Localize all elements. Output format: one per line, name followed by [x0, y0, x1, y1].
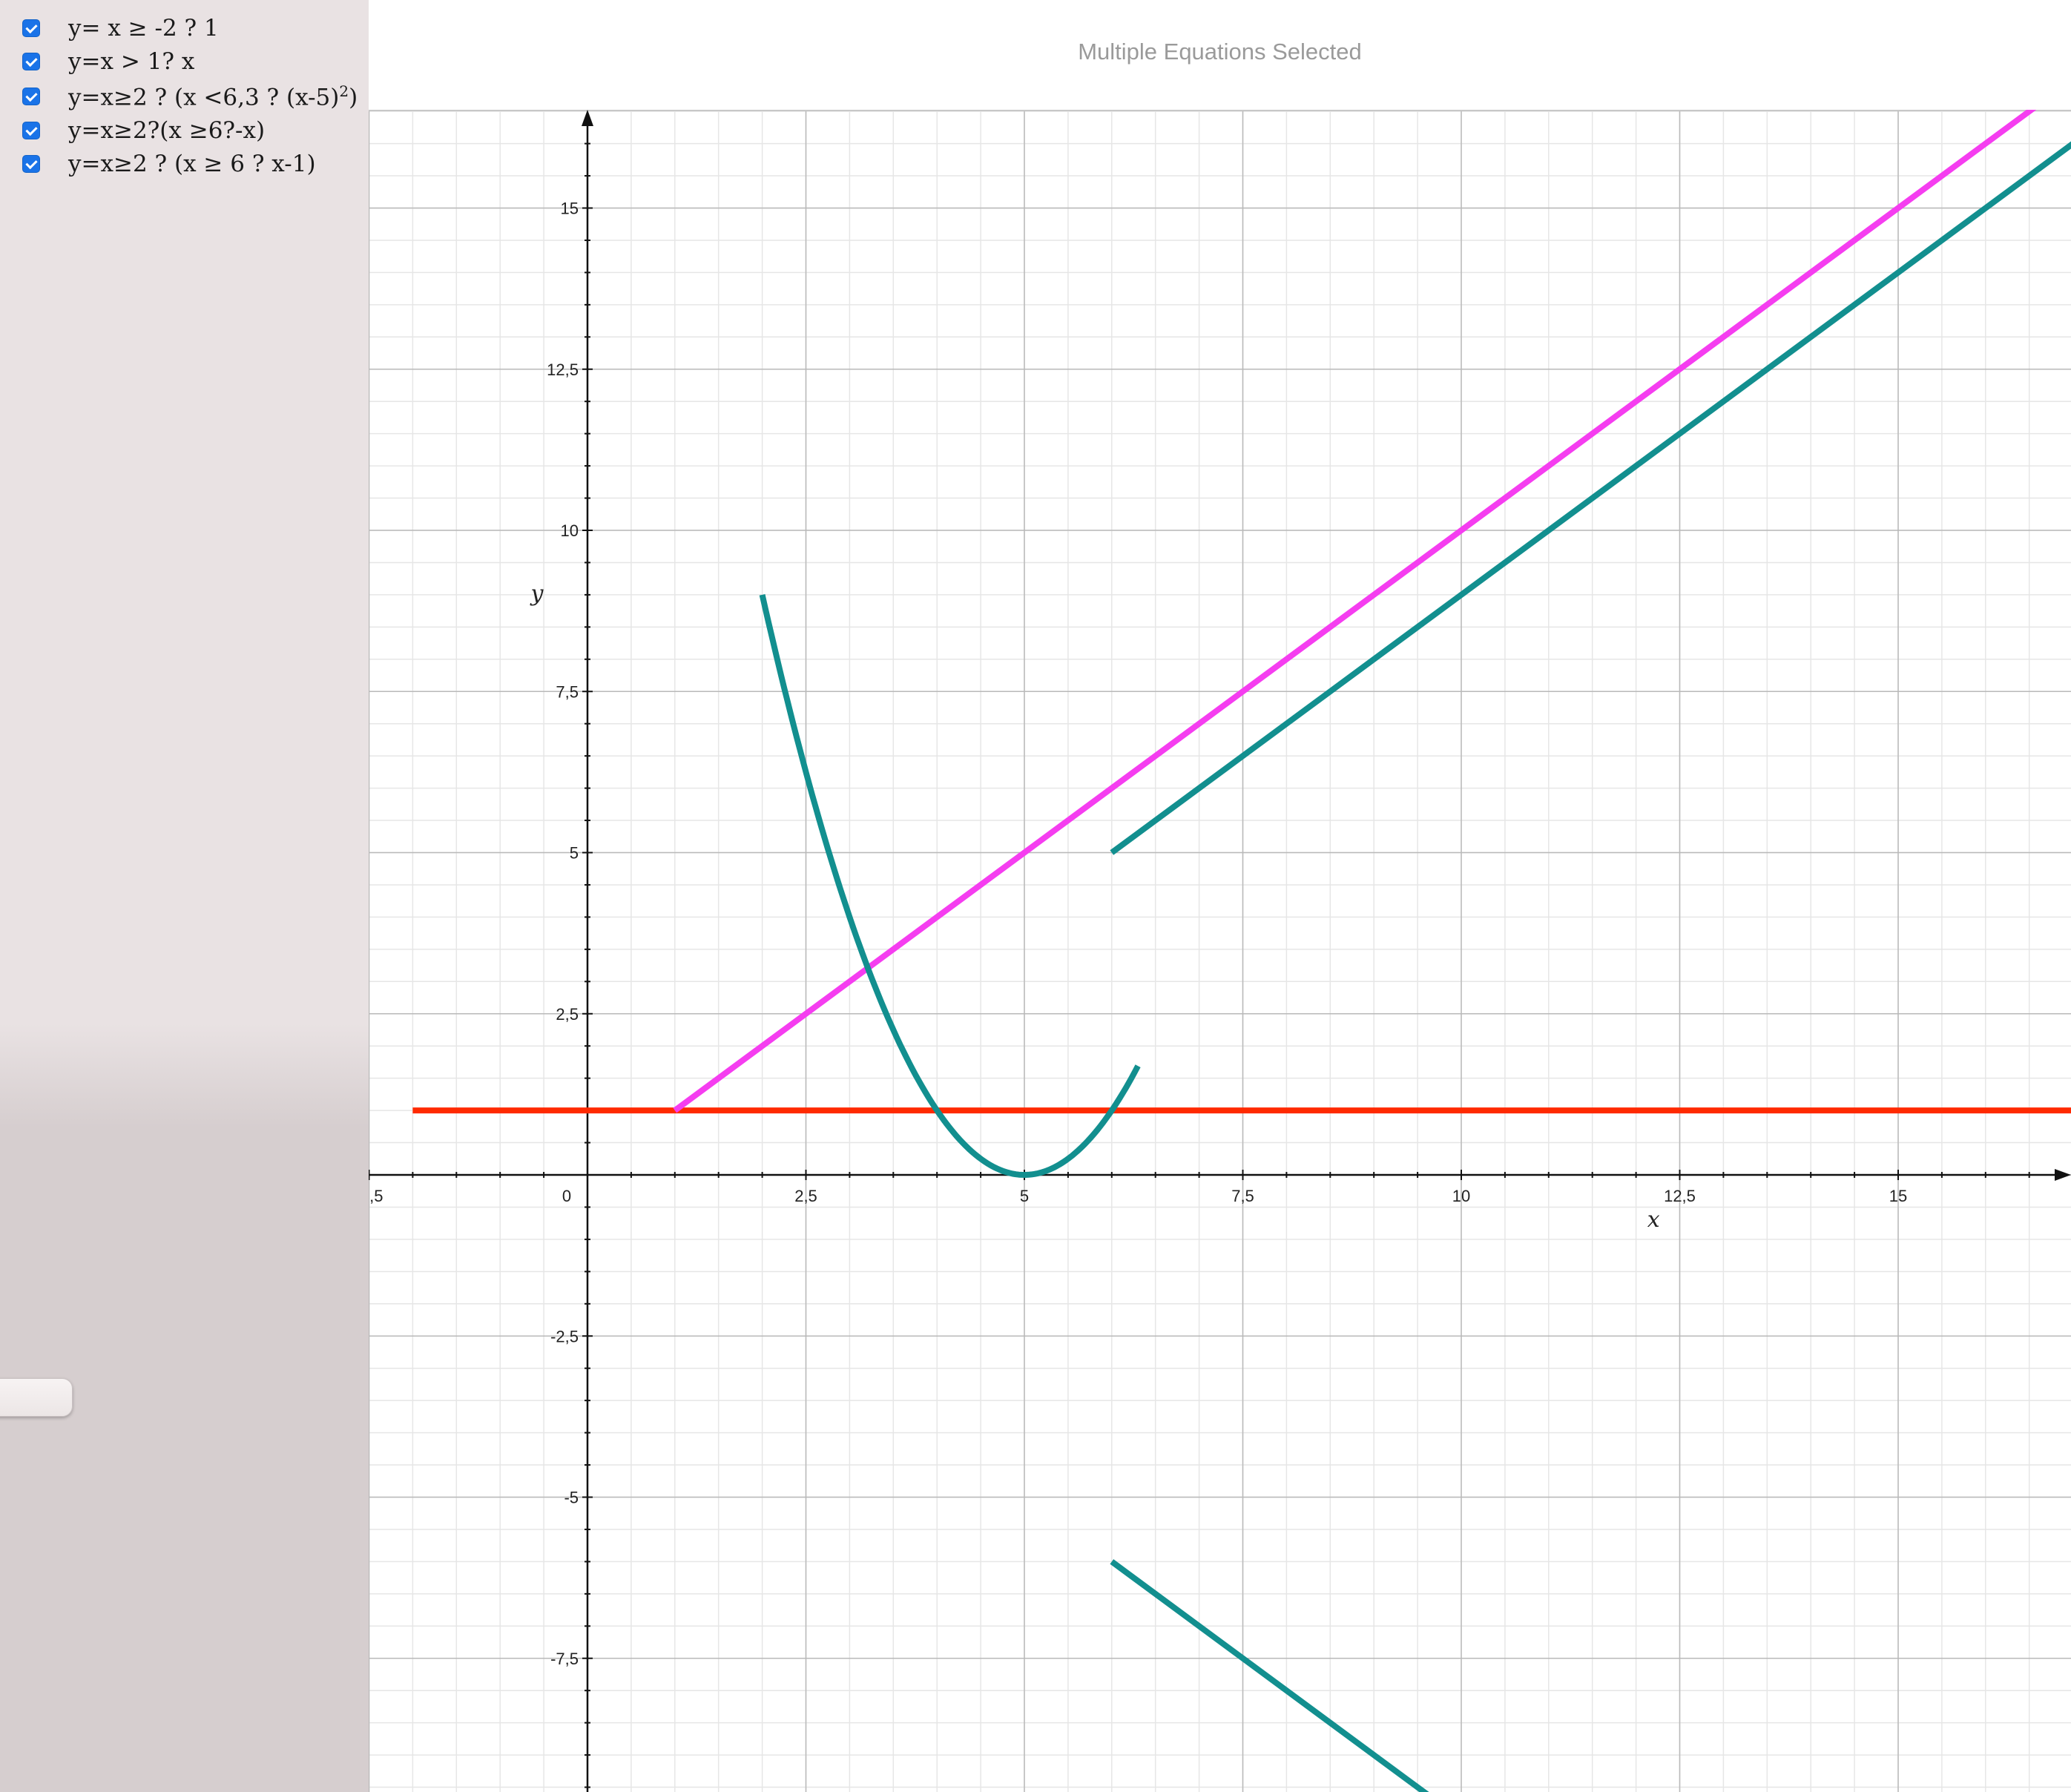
- y-axis-label: y: [530, 581, 544, 607]
- x-tick-label: 2,5: [794, 1187, 817, 1205]
- y-tick-label: -7,5: [550, 1650, 579, 1668]
- equation-text: ): [349, 84, 358, 111]
- equation-row[interactable]: y=x≥2 ? (x <6,3 ? (x-5)2): [22, 80, 358, 113]
- x-tick-label: 15: [1889, 1187, 1907, 1205]
- equation-text: y=x≥2 ? (x ≥ 6 ? x-1): [68, 151, 316, 177]
- x-axis-arrow: [2055, 1169, 2071, 1181]
- x-tick-label: 5: [1020, 1187, 1029, 1205]
- series-line-2: [673, 110, 2037, 1113]
- series-group: [412, 110, 2071, 1792]
- x-tick-label: 12,5: [1664, 1187, 1696, 1205]
- tick-labels: -2,5 0 2,5 5 7,5 10 12,5 15 15 12,5 10 7,5 5 2,5 -2,5 -…: [369, 200, 1907, 1668]
- x-axis-label: x: [1647, 1207, 1660, 1233]
- equation-row[interactable]: y=x≥2 ? (x ≥ 6 ? x-1): [22, 148, 316, 180]
- equation-checkbox[interactable]: [22, 122, 40, 139]
- equation-label: y= x ≥ -2 ? 1: [68, 15, 219, 42]
- y-tick-label: 2,5: [556, 1005, 579, 1024]
- equation-checkbox[interactable]: [22, 88, 40, 105]
- page-title: Multiple Equations Selected: [1078, 39, 1362, 65]
- y-tick-label: 5: [570, 844, 579, 863]
- y-axis-arrow: [582, 110, 593, 126]
- y-tick-label: 12,5: [547, 360, 579, 379]
- y-tick-label: -2,5: [550, 1327, 579, 1345]
- equation-text: y=x≥2 ? (x <6,3 ? (x-5): [68, 84, 340, 111]
- x-tick-label: 0: [562, 1187, 571, 1205]
- y-tick-label: -5: [564, 1489, 579, 1507]
- equation-sidebar: y= x ≥ -2 ? 1 y=x > 1? x y=x≥2 ? (x <6,3 ?…: [0, 0, 369, 1792]
- x-tick-label: 7,5: [1231, 1187, 1254, 1205]
- equation-label: y=x≥2 ? (x <6,3 ? (x-5)2): [68, 82, 358, 111]
- equation-label: y=x≥2 ? (x ≥ 6 ? x-1): [68, 151, 316, 177]
- grid-minor: [369, 110, 2071, 1792]
- sidebar-control-pill[interactable]: [0, 1378, 73, 1417]
- y-tick-label: 7,5: [556, 682, 579, 701]
- axes: [369, 110, 2071, 1792]
- equation-checkbox[interactable]: [22, 19, 40, 37]
- y-tick-label: 10: [561, 521, 579, 540]
- equation-row[interactable]: y= x ≥ -2 ? 1: [22, 12, 219, 45]
- equation-row[interactable]: y=x > 1? x: [22, 45, 194, 78]
- x-tick-label: 10: [1452, 1187, 1470, 1205]
- equation-label: y=x > 1? x: [68, 48, 194, 75]
- equation-superscript: 2: [339, 82, 349, 100]
- grid-major: [369, 110, 2071, 1792]
- equation-label: y=x≥2?(x ≥6?-x): [68, 117, 265, 144]
- y-tick-label: 15: [561, 200, 579, 218]
- equation-text: y= x ≥ -2 ? 1: [68, 15, 219, 42]
- equation-row[interactable]: y=x≥2?(x ≥6?-x): [22, 114, 265, 147]
- x-tick-label: -2,5: [369, 1187, 383, 1205]
- equation-text: y=x≥2?(x ≥6?-x): [68, 117, 266, 144]
- equation-checkbox[interactable]: [22, 155, 40, 173]
- equation-checkbox[interactable]: [22, 53, 40, 70]
- graph-plot[interactable]: -2,5 0 2,5 5 7,5 10 12,5 15 15 12,5 10 7,5 5 2,5 -2,5 -…: [369, 110, 2071, 1792]
- equation-text: y=x > 1? x: [68, 48, 195, 75]
